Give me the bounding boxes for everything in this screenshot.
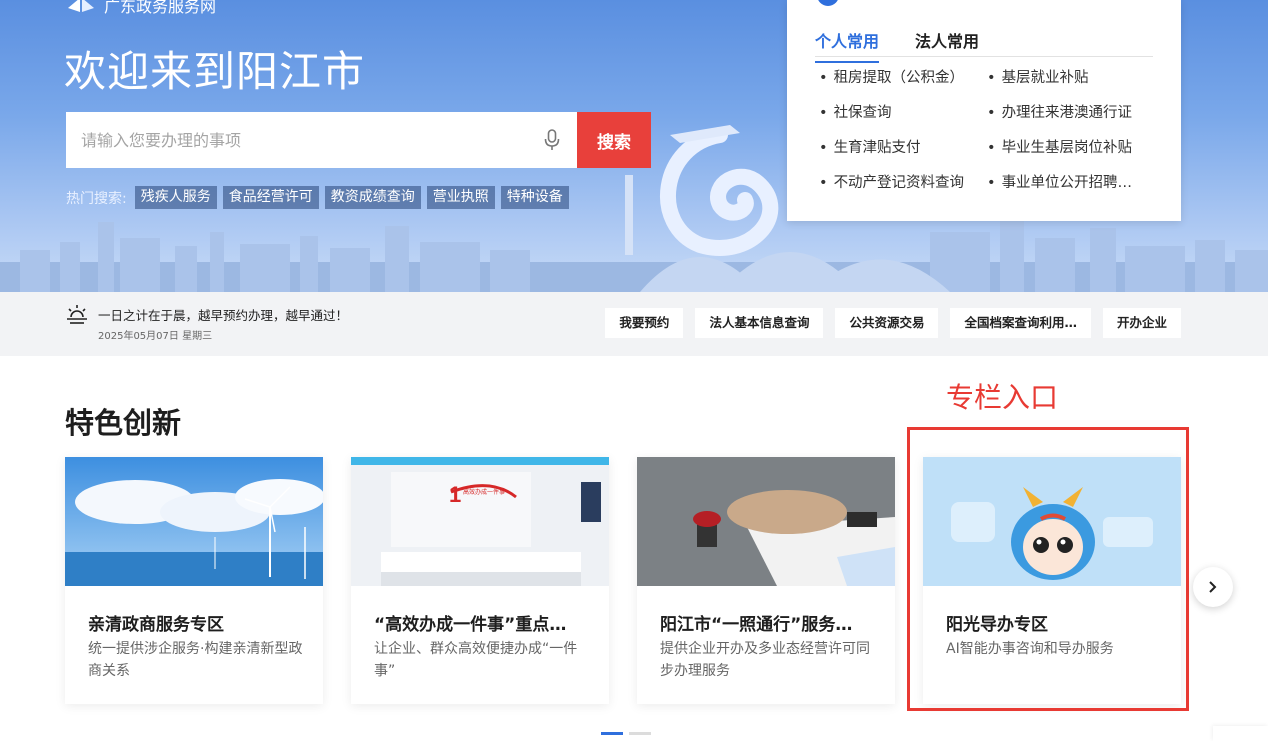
card-description: 统一提供涉企服务·构建亲清新型政商关系 (88, 641, 303, 679)
hero-banner: 广东政务服务网 欢迎来到阳江市 搜索 热门搜索: 残疾人服务 食品经营许可 教资… (0, 0, 1268, 292)
tab-personal[interactable]: 个人常用 (815, 28, 880, 63)
quick-service-item[interactable]: 生育津贴支付 (819, 137, 987, 159)
search-button[interactable]: 搜索 (577, 112, 651, 168)
carousel-dot-active[interactable] (601, 732, 623, 735)
svg-text:1: 1 (449, 482, 461, 507)
brand-name: 广东政务服务网 (104, 0, 217, 16)
card-image-wind-farm (65, 457, 323, 586)
hot-search-tag[interactable]: 残疾人服务 (134, 186, 217, 209)
hot-search-label: 热门搜索: (66, 190, 127, 207)
feature-card[interactable]: 亲清政商服务专区 统一提供涉企服务·构建亲清新型政商关系 (65, 457, 323, 704)
quick-service-item[interactable]: 毕业生基层岗位补贴 (987, 137, 1159, 159)
public-resource-button[interactable]: 公共资源交易 (835, 308, 939, 338)
annotation-label: 专栏入口 (946, 381, 1059, 414)
tab-legal-entity[interactable]: 法人常用 (915, 28, 979, 63)
card-title: “高效办成一件事”重点… (374, 615, 567, 635)
appointment-button[interactable]: 我要预约 (605, 308, 684, 338)
hot-search-tag[interactable]: 教资成绩查询 (324, 186, 421, 209)
sunrise-icon (67, 305, 87, 324)
card-description: 提供企业开办及多业态经营许可同步办理服务 (660, 641, 870, 679)
search-input[interactable] (66, 112, 527, 168)
feature-card[interactable]: 1 高效办成一件事 “高效办成一件事”重点… 让企业、群众高效便捷办成“一件事” (351, 457, 609, 704)
quick-service-item[interactable]: 基层就业补贴 (987, 67, 1159, 89)
panel-tabs: 个人常用 法人常用 (815, 28, 979, 63)
card-image-stamp (637, 457, 895, 586)
notice-date: 2025年05月07日 星期三 (98, 331, 213, 342)
hot-search-tag[interactable]: 营业执照 (426, 186, 495, 209)
quick-links: 我要预约 法人基本信息查询 公共资源交易 全国档案查询利用… 开办企业 (605, 308, 1181, 338)
notice-message: 一日之计在于晨，越早预约办理，越早通过！ (98, 308, 349, 323)
card-title: 阳江市“一照通行”服务… (660, 615, 853, 635)
carousel-next-button[interactable] (1193, 567, 1233, 607)
card-image-service-hall: 1 高效办成一件事 (351, 457, 609, 586)
microphone-icon[interactable] (527, 112, 577, 168)
quick-service-list: 租房提取（公积金） 基层就业补贴 社保查询 办理往来港澳通行证 生育津贴支付 毕… (819, 67, 1159, 194)
search-bar: 搜索 (66, 112, 651, 168)
brand[interactable]: 广东政务服务网 (66, 0, 216, 16)
divider (815, 56, 1153, 57)
quick-service-item[interactable]: 事业单位公开招聘… (987, 172, 1159, 194)
archive-query-button[interactable]: 全国档案查询利用… (950, 308, 1091, 338)
guangdong-logo-icon (68, 0, 94, 12)
card-description: 让企业、群众高效便捷办成“一件事” (374, 641, 578, 679)
feature-card[interactable]: 阳江市“一照通行”服务… 提供企业开办及多业态经营许可同步办理服务 (637, 457, 895, 704)
quick-service-item[interactable]: 不动产登记资料查询 (819, 172, 987, 194)
annotation-highlight-box (907, 427, 1189, 711)
quick-service-item[interactable]: 社保查询 (819, 102, 987, 124)
hot-search-tag[interactable]: 特种设备 (500, 186, 569, 209)
hot-search: 热门搜索: 残疾人服务 食品经营许可 教资成绩查询 营业执照 特种设备 (66, 186, 569, 209)
hall-sign-text: 高效办成一件事 (463, 488, 505, 496)
hot-search-tag[interactable]: 食品经营许可 (222, 186, 319, 209)
carousel-pagination (601, 732, 651, 735)
quick-service-item[interactable]: 办理往来港澳通行证 (987, 102, 1159, 124)
chevron-right-icon (1209, 581, 1217, 593)
section-title: 特色创新 (65, 406, 182, 440)
carousel-dot[interactable] (629, 732, 651, 735)
welcome-title: 欢迎来到阳江市 (64, 47, 366, 96)
card-title: 亲清政商服务专区 (88, 615, 224, 635)
start-business-button[interactable]: 开办企业 (1102, 308, 1181, 338)
floating-widget-edge[interactable] (1213, 726, 1268, 741)
user-avatar-icon (817, 0, 839, 6)
legal-info-query-button[interactable]: 法人基本信息查询 (695, 308, 824, 338)
quick-services-panel: 个人常用 法人常用 租房提取（公积金） 基层就业补贴 社保查询 办理往来港澳通行… (787, 0, 1181, 221)
quick-service-item[interactable]: 租房提取（公积金） (819, 67, 987, 89)
notice-bar: 一日之计在于晨，越早预约办理，越早通过！ 2025年05月07日 星期三 我要预… (0, 292, 1268, 356)
